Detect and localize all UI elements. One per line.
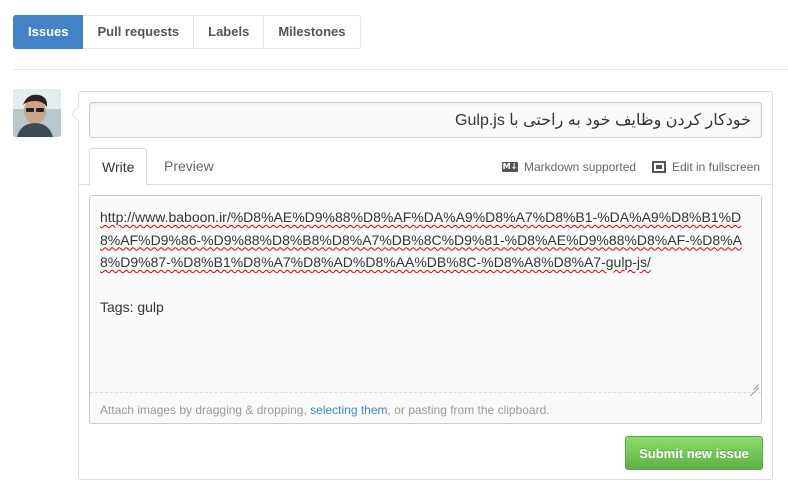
issues-subnav: Issues Pull requests Labels Milestones [13,15,361,49]
tab-labels[interactable]: Labels [194,15,265,49]
editor-tabs: Write Preview M↓ Markdown supported Edit… [79,148,772,186]
tab-issues[interactable]: Issues [13,15,84,49]
tab-pull-requests[interactable]: Pull requests [83,15,195,49]
fullscreen-icon [652,160,666,173]
selecting-them-link[interactable]: selecting them [310,403,387,417]
issue-body-editor: http://www.baboon.ir/%D8%AE%D9%88%D8%AF%… [89,195,762,424]
attach-images-hint: Attach images by dragging & dropping, se… [100,403,550,417]
avatar[interactable] [13,89,61,137]
markdown-supported-label: Markdown supported [524,159,637,174]
body-url-text: http://www.baboon.ir/%D8%AE%D9%88%D8%AF%… [100,209,742,270]
edit-fullscreen-label: Edit in fullscreen [672,159,761,174]
edit-fullscreen-link[interactable]: Edit in fullscreen [652,148,760,185]
tab-milestones[interactable]: Milestones [264,15,361,49]
body-tags-text: Tags: gulp [100,299,164,315]
markdown-icon: M↓ [502,161,518,172]
attach-hint-suffix: , or pasting from the clipboard. [387,403,550,417]
markdown-supported-link[interactable]: M↓ Markdown supported [502,148,636,185]
submit-new-issue-button[interactable]: Submit new issue [625,436,763,470]
tab-write[interactable]: Write [89,148,148,186]
resize-handle[interactable] [749,379,759,389]
tab-preview[interactable]: Preview [152,148,226,185]
issue-title-input[interactable] [89,102,762,138]
issue-body-textarea[interactable]: http://www.baboon.ir/%D8%AE%D9%88%D8%AF%… [90,196,761,393]
attach-hint-prefix: Attach images by dragging & dropping, [100,403,311,417]
user-avatar-icon [13,89,61,137]
new-issue-form: Write Preview M↓ Markdown supported Edit… [71,91,773,480]
header-divider [13,69,788,70]
